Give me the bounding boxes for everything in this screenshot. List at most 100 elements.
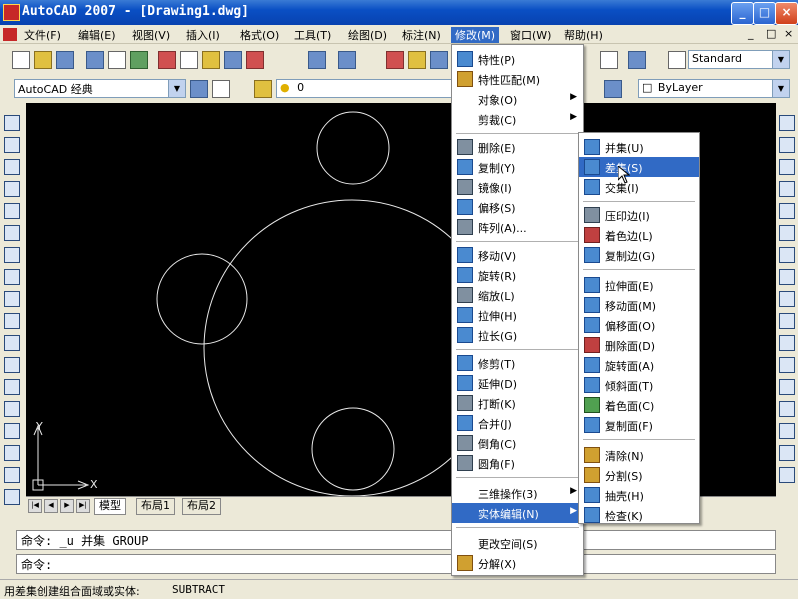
polygon-icon[interactable]	[4, 181, 20, 197]
layer-manager-icon[interactable]	[254, 80, 272, 98]
menu-item-offset[interactable]: 偏移(S)	[452, 197, 583, 217]
line-icon[interactable]	[4, 115, 20, 131]
menu-modify[interactable]: 修改(M)	[451, 27, 500, 43]
construction-line-icon[interactable]	[4, 137, 20, 153]
gradient-icon[interactable]	[4, 445, 20, 461]
block-editor-icon[interactable]	[246, 51, 264, 69]
match-properties-icon[interactable]	[224, 51, 242, 69]
table-icon[interactable]	[4, 489, 20, 505]
chevron-down-icon[interactable]: ▼	[772, 51, 789, 68]
array-icon[interactable]	[779, 203, 795, 219]
menu-item-check[interactable]: 检查(K)	[579, 505, 699, 525]
pan-icon[interactable]	[386, 51, 404, 69]
doc-minimize-button[interactable]: _	[744, 27, 758, 40]
menu-item-clean[interactable]: 清除(N)	[579, 445, 699, 465]
break-icon[interactable]	[779, 357, 795, 373]
hatch-icon[interactable]	[4, 423, 20, 439]
polyline-icon[interactable]	[4, 159, 20, 175]
menu-item-clip[interactable]: 剪裁(C) ▶	[452, 109, 583, 129]
explode-icon[interactable]	[779, 467, 795, 483]
undo-icon[interactable]	[308, 51, 326, 69]
menu-window[interactable]: 窗口(W)	[506, 27, 555, 43]
new-icon[interactable]	[12, 51, 30, 69]
minimize-button[interactable]: _	[731, 2, 754, 25]
menu-item-copy-edges[interactable]: 复制边(G)	[579, 245, 699, 265]
tab-prev-icon[interactable]: ◀	[44, 499, 58, 513]
tab-first-icon[interactable]: |◀	[28, 499, 42, 513]
menu-item-shell[interactable]: 抽壳(H)	[579, 485, 699, 505]
menu-item-change-space[interactable]: 更改空间(S)	[452, 533, 583, 553]
menu-item-chamfer[interactable]: 倒角(C)	[452, 433, 583, 453]
open-icon[interactable]	[34, 51, 52, 69]
doc-restore-button[interactable]: □	[762, 27, 780, 40]
menu-item-subtract[interactable]: 差集(S)	[579, 157, 699, 177]
cut-icon[interactable]	[158, 51, 176, 69]
move-icon[interactable]	[779, 225, 795, 241]
menu-item-erase[interactable]: 删除(E)	[452, 137, 583, 157]
circle-icon[interactable]	[4, 247, 20, 263]
menu-insert[interactable]: 插入(I)	[182, 27, 224, 43]
menu-item-imprint-edges[interactable]: 压印边(I)	[579, 205, 699, 225]
menu-help[interactable]: 帮助(H)	[560, 27, 607, 43]
mirror-icon[interactable]	[779, 159, 795, 175]
menu-tools[interactable]: 工具(T)	[290, 27, 335, 43]
menu-item-extend[interactable]: 延伸(D)	[452, 373, 583, 393]
left-circle[interactable]	[156, 253, 248, 345]
erase-icon[interactable]	[779, 115, 795, 131]
spline-icon[interactable]	[4, 291, 20, 307]
menu-item-color-edges[interactable]: 着色边(L)	[579, 225, 699, 245]
menu-item-union[interactable]: 并集(U)	[579, 137, 699, 157]
copy-object-icon[interactable]	[779, 137, 795, 153]
menu-item-move[interactable]: 移动(V)	[452, 245, 583, 265]
ellipse-icon[interactable]	[4, 313, 20, 329]
workspace-save-icon[interactable]	[212, 80, 230, 98]
join-icon[interactable]	[779, 401, 795, 417]
top-circle[interactable]	[316, 111, 390, 185]
menu-item-move-faces[interactable]: 移动面(M)	[579, 295, 699, 315]
paste-icon[interactable]	[202, 51, 220, 69]
color-control-icon[interactable]	[604, 80, 622, 98]
fillet-icon[interactable]	[779, 445, 795, 461]
menu-item-array[interactable]: 阵列(A)...	[452, 217, 583, 237]
chamfer-icon[interactable]	[779, 423, 795, 439]
menu-item-join[interactable]: 合并(J)	[452, 413, 583, 433]
menu-item-solid-editing[interactable]: 实体编辑(N) ▶	[452, 503, 583, 523]
menu-item-rotate-faces[interactable]: 旋转面(A)	[579, 355, 699, 375]
layer-dropdown[interactable]: ● 0	[276, 79, 452, 98]
zoom-window-icon[interactable]	[430, 51, 448, 69]
workspace-settings-icon[interactable]	[190, 80, 208, 98]
menu-item-object[interactable]: 对象(O) ▶	[452, 89, 583, 109]
tab-layout1[interactable]: 布局1	[136, 498, 175, 515]
menu-item-rotate[interactable]: 旋转(R)	[452, 265, 583, 285]
redo-icon[interactable]	[338, 51, 356, 69]
tab-next-icon[interactable]: ▶	[60, 499, 74, 513]
menu-item-match-properties[interactable]: 特性匹配(M)	[452, 69, 583, 89]
menu-item-separate[interactable]: 分割(S)	[579, 465, 699, 485]
menu-item-fillet[interactable]: 圆角(F)	[452, 453, 583, 473]
menu-item-extrude-faces[interactable]: 拉伸面(E)	[579, 275, 699, 295]
arc-icon[interactable]	[4, 225, 20, 241]
menu-item-break[interactable]: 打断(K)	[452, 393, 583, 413]
menu-item-properties[interactable]: 特性(P)	[452, 49, 583, 69]
menu-item-taper-faces[interactable]: 倾斜面(T)	[579, 375, 699, 395]
ellipse-arc-icon[interactable]	[4, 335, 20, 351]
tab-layout2[interactable]: 布局2	[182, 498, 221, 515]
linetype-dropdown[interactable]: □ ByLayer ▼	[638, 79, 790, 98]
rotate-icon[interactable]	[779, 247, 795, 263]
rectangle-icon[interactable]	[4, 203, 20, 219]
menu-dimension[interactable]: 标注(N)	[398, 27, 445, 43]
publish-icon[interactable]	[130, 51, 148, 69]
close-button[interactable]: ×	[775, 2, 798, 25]
save-icon[interactable]	[56, 51, 74, 69]
maximize-button[interactable]: □	[753, 2, 776, 25]
menu-item-color-faces[interactable]: 着色面(C)	[579, 395, 699, 415]
tab-last-icon[interactable]: ▶|	[76, 499, 90, 513]
help-icon[interactable]	[628, 51, 646, 69]
autocad-app-icon[interactable]	[3, 4, 20, 21]
workspace-dropdown[interactable]: AutoCAD 经典 ▼	[14, 79, 186, 98]
menu-edit[interactable]: 编辑(E)	[74, 27, 120, 43]
menu-item-copy[interactable]: 复制(Y)	[452, 157, 583, 177]
insert-block-icon[interactable]	[4, 357, 20, 373]
zoom-realtime-icon[interactable]	[408, 51, 426, 69]
text-style-dropdown[interactable]: Standard ▼	[688, 50, 790, 69]
